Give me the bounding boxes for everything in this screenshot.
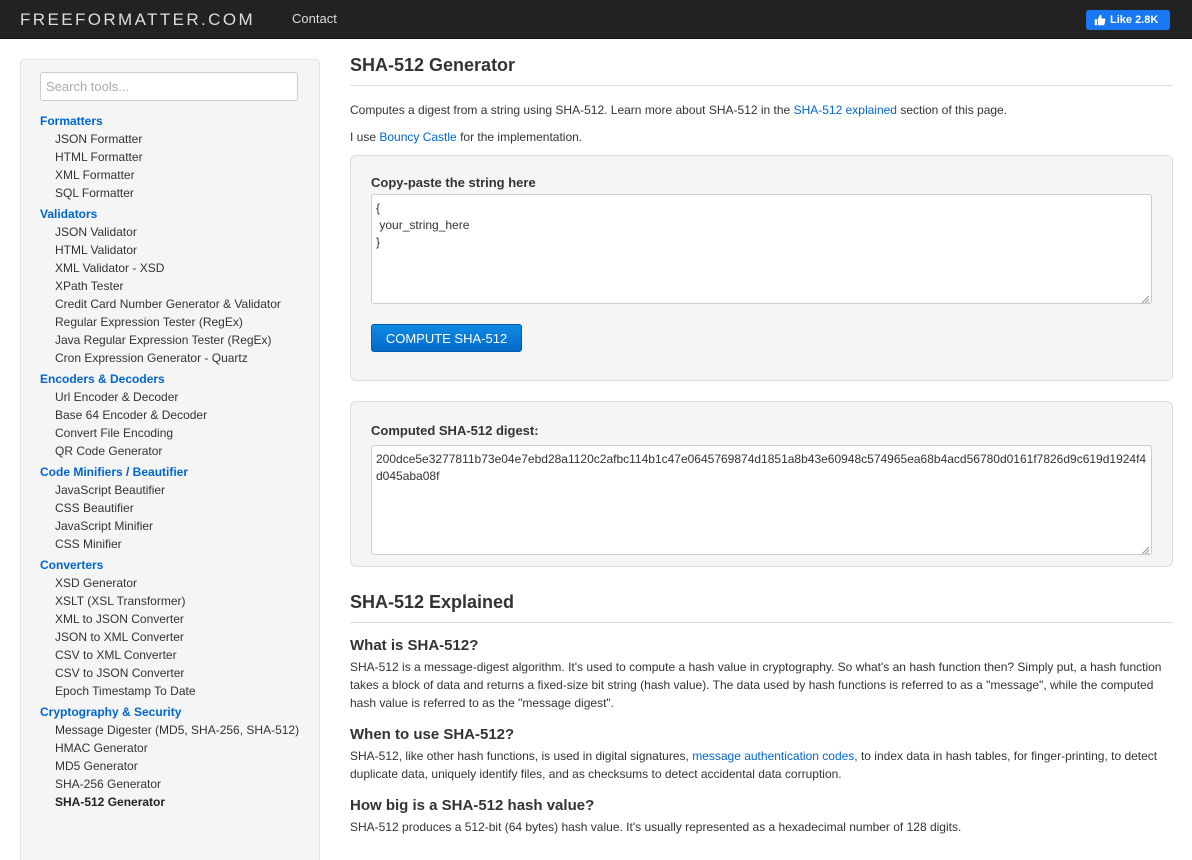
sidebar-item[interactable]: SHA-256 Generator: [40, 776, 310, 794]
sidebar-group-title[interactable]: Validators: [40, 206, 310, 224]
sidebar-item[interactable]: XML Formatter: [40, 167, 310, 185]
explained-heading: SHA-512 Explained: [350, 592, 1173, 623]
compute-sha512-button[interactable]: COMPUTE SHA-512: [371, 324, 522, 352]
bouncy-castle-link[interactable]: Bouncy Castle: [379, 130, 456, 144]
sidebar-group-title[interactable]: Converters: [40, 557, 310, 575]
search-input[interactable]: [40, 72, 298, 101]
when-prefix: SHA-512, like other hash functions, is u…: [350, 749, 693, 763]
sidebar-group: Converters XSD Generator XSLT (XSL Transfo…: [40, 557, 310, 701]
sidebar-item[interactable]: XML to JSON Converter: [40, 611, 310, 629]
sidebar-group: Encoders & Decoders Url Encoder & Decoder…: [40, 371, 310, 461]
sidebar-item[interactable]: HTML Formatter: [40, 149, 310, 167]
sidebar-item[interactable]: JSON Validator: [40, 224, 310, 242]
sidebar-nav: Formatters JSON Formatter HTML Formatter XM…: [40, 110, 310, 815]
sidebar-group: Formatters JSON Formatter HTML Formatter XM…: [40, 113, 310, 203]
how-big-text: SHA-512 produces a 512-bit (64 bytes) ha…: [350, 820, 962, 834]
sidebar-item[interactable]: HMAC Generator: [40, 740, 310, 758]
sidebar-item[interactable]: Java Regular Expression Tester (RegEx): [40, 332, 310, 350]
resize-grip-icon[interactable]: [1140, 545, 1150, 555]
sidebar-item[interactable]: CSS Minifier: [40, 536, 310, 554]
site-logo[interactable]: FREEFORMATTER.COM: [20, 10, 255, 30]
sidebar-item[interactable]: QR Code Generator: [40, 443, 310, 461]
sidebar-item[interactable]: Credit Card Number Generator & Validator: [40, 296, 310, 314]
sidebar: FormattersJSON FormatterHTML FormatterXM…: [20, 59, 320, 860]
output-label: Computed SHA-512 digest:: [371, 423, 539, 438]
impl-prefix: I use: [350, 130, 380, 144]
mac-link[interactable]: message authentication codes: [692, 749, 854, 763]
sidebar-item[interactable]: XSD Generator: [40, 575, 310, 593]
sidebar-item[interactable]: JSON to XML Converter: [40, 629, 310, 647]
sidebar-item[interactable]: Convert File Encoding: [40, 425, 310, 443]
sidebar-group: Cryptography & Security Message Digester …: [40, 704, 310, 812]
output-panel: Computed SHA-512 digest: 200dce5e3277811…: [350, 401, 1173, 567]
sidebar-group-title[interactable]: Code Minifiers / Beautifier: [40, 464, 310, 482]
sidebar-item[interactable]: Url Encoder & Decoder: [40, 389, 310, 407]
sidebar-item[interactable]: JavaScript Beautifier: [40, 482, 310, 500]
when-to-use-text: SHA-512, like other hash functions, is u…: [350, 747, 1173, 783]
intro-suffix: section of this page.: [896, 103, 1008, 117]
sidebar-item[interactable]: XPath Tester: [40, 278, 310, 296]
input-panel: Copy-paste the string here { your_string…: [350, 155, 1173, 381]
sidebar-item[interactable]: Epoch Timestamp To Date: [40, 683, 310, 701]
sidebar-item[interactable]: SQL Formatter: [40, 185, 310, 203]
sidebar-item[interactable]: XML Validator - XSD: [40, 260, 310, 278]
sidebar-item[interactable]: HTML Validator: [40, 242, 310, 260]
sidebar-item[interactable]: XSLT (XSL Transformer): [40, 593, 310, 611]
sidebar-item[interactable]: CSV to XML Converter: [40, 647, 310, 665]
facebook-like-button[interactable]: Like 2.8K: [1086, 10, 1170, 30]
intro-text: Computes a digest from a string using SH…: [350, 102, 1173, 118]
like-count-label: Like 2.8K: [1110, 14, 1159, 26]
top-navbar: FREEFORMATTER.COM Contact Like 2.8K: [0, 0, 1192, 39]
sidebar-group-title[interactable]: Formatters: [40, 113, 310, 131]
how-big-heading: How big is a SHA-512 hash value?: [350, 797, 595, 814]
sidebar-item[interactable]: Cron Expression Generator - Quartz: [40, 350, 310, 368]
sha512-explained-link[interactable]: SHA-512 explained: [794, 103, 897, 117]
main-content: SHA-512 Generator Computes a digest from…: [350, 55, 1173, 836]
sidebar-item[interactable]: JSON Formatter: [40, 131, 310, 149]
sidebar-item[interactable]: Message Digester (MD5, SHA-256, SHA-512): [40, 722, 310, 740]
sidebar-item[interactable]: CSS Beautifier: [40, 500, 310, 518]
implementation-text: I use Bouncy Castle for the implementati…: [350, 129, 1173, 145]
sidebar-item[interactable]: SHA-512 Generator: [40, 794, 310, 812]
thumbs-up-icon: [1094, 14, 1106, 26]
intro-prefix: Computes a digest from a string using SH…: [350, 103, 794, 117]
impl-suffix: for the implementation.: [456, 130, 583, 144]
sidebar-group: Code Minifiers / Beautifier JavaScript Be…: [40, 464, 310, 554]
sidebar-item[interactable]: CSV to JSON Converter: [40, 665, 310, 683]
when-to-use-heading: When to use SHA-512?: [350, 726, 515, 743]
sidebar-item[interactable]: MD5 Generator: [40, 758, 310, 776]
sidebar-group-title[interactable]: Cryptography & Security: [40, 704, 310, 722]
sidebar-item[interactable]: JavaScript Minifier: [40, 518, 310, 536]
input-label: Copy-paste the string here: [371, 175, 536, 190]
sidebar-group: Validators JSON Validator HTML Validator XM…: [40, 206, 310, 368]
sidebar-item[interactable]: Base 64 Encoder & Decoder: [40, 407, 310, 425]
what-is-heading: What is SHA-512?: [350, 637, 479, 654]
sidebar-group-title[interactable]: Encoders & Decoders: [40, 371, 310, 389]
string-input-textarea[interactable]: { your_string_here }: [371, 194, 1152, 304]
page-title: SHA-512 Generator: [350, 55, 1173, 86]
sidebar-item[interactable]: Regular Expression Tester (RegEx): [40, 314, 310, 332]
resize-grip-icon[interactable]: [1140, 294, 1150, 304]
nav-contact-link[interactable]: Contact: [292, 11, 337, 26]
digest-output-textarea[interactable]: 200dce5e3277811b73e04e7ebd28a1120c2afbc1…: [371, 445, 1152, 555]
what-is-text: SHA-512 is a message-digest algorithm. I…: [350, 660, 1162, 710]
